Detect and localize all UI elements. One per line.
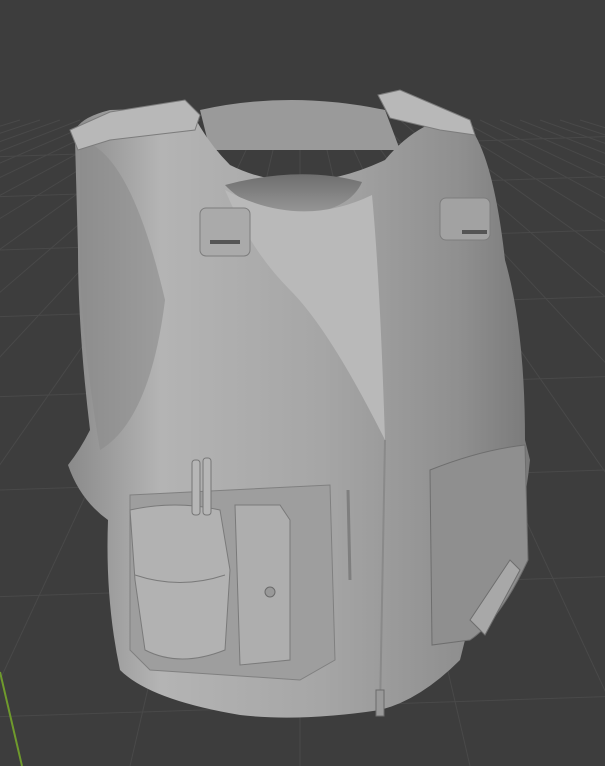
side-zipper-left [346,489,352,581]
grid-line [0,119,81,152]
chest-buckle-left [199,207,251,257]
vest-model[interactable] [68,89,530,718]
zipper-pull [375,689,385,717]
pouch-snap [264,586,276,598]
grid-line [0,119,61,143]
buckle-slot [462,230,487,234]
3d-viewport[interactable] [0,0,605,766]
pen-2 [202,457,212,516]
pen-1 [191,459,201,516]
y-axis-line [0,671,23,766]
grid-line [579,119,605,129]
viewport-canvas[interactable] [0,0,605,766]
grid-line [0,119,41,134]
pouch-right [234,504,291,666]
vest-inner-back [200,100,400,150]
buckle-slot [210,240,240,244]
grid-line [519,119,605,154]
